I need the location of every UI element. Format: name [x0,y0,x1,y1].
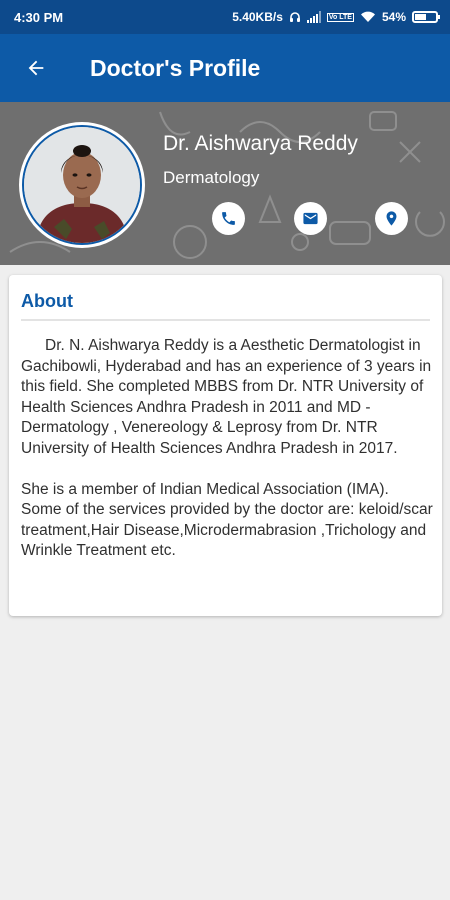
app-bar: Doctor's Profile [0,34,450,102]
location-button[interactable] [375,202,408,235]
wifi-icon [360,11,375,22]
avatar [19,122,145,248]
doctor-portrait-image [24,127,140,243]
battery-fill [415,14,426,20]
doctor-speciality: Dermatology [163,168,260,187]
location-pin-icon [386,211,397,226]
about-heading: About [21,291,73,311]
back-button[interactable] [0,34,72,102]
call-button[interactable] [212,202,245,235]
battery-icon [412,11,440,23]
status-indicators: 5.40KB/s Vo LTE 54% [232,10,440,24]
doctor-name: Dr. Aishwarya Reddy [163,132,358,155]
volte-icon: Vo LTE [326,12,354,22]
about-divider [21,319,430,321]
about-paragraph: She is a member of Indian Medical Associ… [21,480,433,560]
email-button[interactable] [294,202,327,235]
about-card: About Dr. N. Aishwarya Reddy is a Aesthe… [9,275,442,616]
status-bar: 4:30 PM 5.40KB/s Vo LTE 54% [0,0,450,34]
doctor-photo [22,125,142,245]
about-text: Dr. N. Aishwarya Reddy is a Aesthetic De… [21,336,433,562]
email-icon [303,212,318,225]
battery-percent: 54% [381,10,406,24]
page-title: Doctor's Profile [90,54,261,81]
status-time: 4:30 PM [14,9,64,25]
phone-icon [222,212,235,225]
network-speed: 5.40KB/s [232,10,283,24]
signal-strength-icon [306,11,321,23]
profile-header: Dr. Aishwarya Reddy Dermatology [0,102,450,265]
about-paragraph: Dr. N. Aishwarya Reddy is a Aesthetic De… [21,337,432,457]
headphones-icon [289,12,300,22]
arrow-back-icon [28,60,44,76]
